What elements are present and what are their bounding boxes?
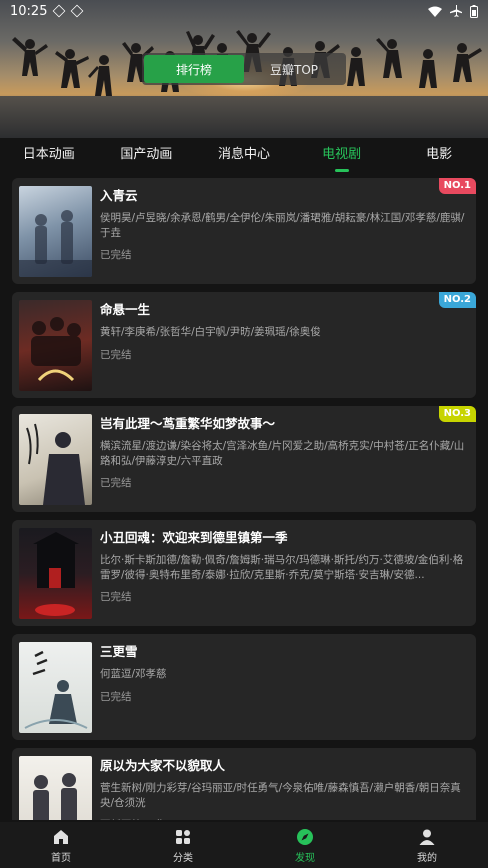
poster-image [19,186,92,277]
poster-image [19,414,92,505]
list-item[interactable]: 入青云 侯明昊/卢昱晓/余承恩/鹤男/全伊伦/朱丽岚/潘珺雅/胡耘豪/林江国/邓… [12,178,476,284]
list-item[interactable]: 命悬一生 黄轩/李庚希/张哲华/白宇帆/尹昉/姜珮瑶/徐奥俊 已完结 NO.2 [12,292,476,398]
poster-image [19,756,92,820]
nav-category[interactable]: 分类 [122,822,244,868]
nav-discover-label: 发现 [295,852,315,864]
item-status: 已完结 [100,690,132,703]
poster-figures [33,773,77,820]
poster-figures [26,423,85,505]
list-item[interactable]: 岂有此理～茑重繁华如梦故事～ 横滨流星/渡边谦/染谷将太/宫泽冰鱼/片冈爱之助/… [12,406,476,512]
item-title: 命悬一生 [100,302,151,317]
nav-profile[interactable]: 我的 [366,822,488,868]
poster-image [19,300,92,391]
item-cast: 比尔·斯卡斯加德/詹勒·佩奇/詹姆斯·瑞马尔/玛德琳·斯托/约万·艾德坡/金伯利… [100,554,464,581]
list-item[interactable]: 原以为大家不以貌取人 菅生新树/刚力彩芽/谷玛丽亚/时任勇气/今泉佑唯/藤森慎吾… [12,748,476,820]
poster-figures [31,317,81,382]
tab-message-center[interactable]: 消息中心 [195,140,293,174]
tab-movies[interactable]: 电影 [390,140,488,174]
item-title: 入青云 [100,188,138,203]
poster-figures [33,532,79,616]
item-status: 已完结 [100,477,132,489]
item-cast: 黄轩/李庚希/张哲华/白宇帆/尹昉/姜珮瑶/徐奥俊 [100,326,321,338]
poster-image [19,528,92,619]
category-tabs: 日本动画 国产动画 消息中心 电视剧 电影 [0,140,488,174]
app-notification-icon [71,4,84,18]
list-item[interactable]: 小丑回魂：欢迎来到德里镇第一季 比尔·斯卡斯加德/詹勒·佩奇/詹姆斯·瑞马尔/玛… [12,520,476,626]
poster-image [19,642,92,733]
wifi-icon [428,6,442,17]
compass-icon [295,827,315,847]
rank-badge: NO.3 [438,406,476,422]
app-screen: 10:25 排行榜 豆瓣TOP 日本动画 国产动画 消息中心 电视剧 电影 入青… [0,0,488,868]
item-status: 已完结 [100,249,132,261]
ranking-list: 入青云 侯明昊/卢昱晓/余承恩/鹤男/全伊伦/朱丽岚/潘珺雅/胡耘豪/林江国/邓… [12,178,476,820]
toggle-douban-top[interactable]: 豆瓣TOP [244,55,344,83]
item-title: 原以为大家不以貌取人 [100,758,226,773]
poster-figures [19,210,92,277]
nav-profile-label: 我的 [417,852,437,864]
status-bar: 10:25 [0,0,488,22]
item-status: 更新至第03集 [100,817,469,820]
toggle-ranking[interactable]: 排行榜 [144,55,244,83]
nav-home[interactable]: 首页 [0,822,122,868]
tab-tv-series[interactable]: 电视剧 [293,140,391,174]
item-status: 已完结 [100,348,132,361]
nav-home-label: 首页 [51,852,71,864]
rank-badge: NO.2 [438,292,476,308]
category-icon [173,827,193,847]
tab-chinese-anime[interactable]: 国产动画 [98,140,196,174]
bottom-navigation: 首页 分类 发现 我的 [0,822,488,868]
list-item[interactable]: 三更雪 何蓝逗/邓孝慈 已完结 [12,634,476,740]
item-cast: 侯明昊/卢昱晓/余承恩/鹤男/全伊伦/朱丽岚/潘珺雅/胡耘豪/林江国/邓孝慈/鹿… [100,212,465,239]
user-icon [417,827,437,847]
item-cast: 何蓝逗/邓孝慈 [100,668,167,680]
ranking-toggle: 排行榜 豆瓣TOP [142,53,346,85]
status-time: 10:25 [10,3,48,19]
item-status: 已完结 [100,591,132,603]
item-title: 小丑回魂：欢迎来到德里镇第一季 [100,530,288,545]
tab-japanese-anime[interactable]: 日本动画 [0,140,98,174]
nav-discover[interactable]: 发现 [244,822,366,868]
item-title: 岂有此理～茑重繁华如梦故事～ [100,416,276,431]
item-cast: 横滨流星/渡边谦/染谷将太/宫泽冰鱼/片冈爱之助/高桥克实/中村苍/正名仆藏/山… [100,440,465,467]
rank-badge: NO.1 [438,178,476,194]
item-cast: 菅生新树/刚力彩芽/谷玛丽亚/时任勇气/今泉佑唯/藤森慎吾/濑户朝香/朝日奈真央… [100,782,461,809]
poster-figures [24,650,88,729]
nav-category-label: 分类 [173,852,193,864]
app-notification-icon [53,4,66,18]
item-title: 三更雪 [100,644,138,659]
home-icon [51,827,71,847]
airplane-icon [450,5,462,17]
battery-icon [470,4,478,18]
